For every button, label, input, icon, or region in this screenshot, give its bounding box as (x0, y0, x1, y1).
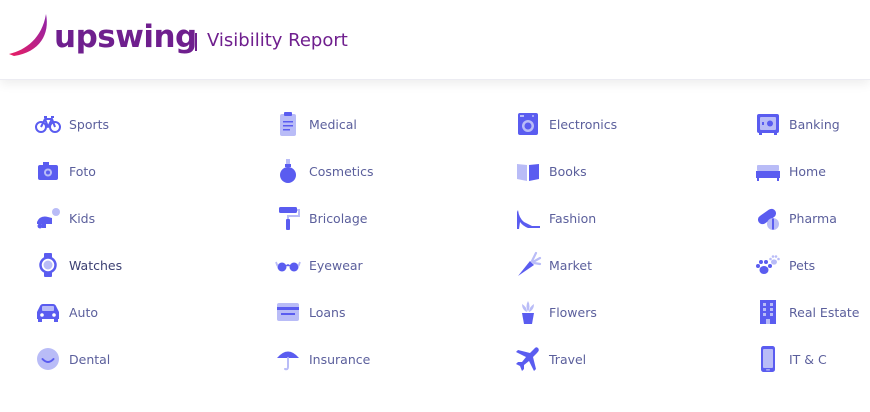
category-real-estate[interactable]: Real Estate (753, 297, 859, 327)
category-bricolage[interactable]: Bricolage (273, 203, 367, 233)
category-label: Fashion (549, 210, 597, 226)
category-insurance[interactable]: Insurance (273, 344, 370, 374)
watch-icon (33, 250, 63, 280)
category-label: Cosmetics (309, 163, 374, 179)
toy-icon (33, 203, 63, 233)
category-medical[interactable]: Medical (273, 109, 357, 139)
bed-icon (753, 156, 783, 186)
header-divider (195, 33, 197, 51)
category-dental[interactable]: Dental (33, 344, 110, 374)
clipboard-icon (273, 109, 303, 139)
category-label: Books (549, 163, 587, 179)
glasses-icon (273, 250, 303, 280)
category-label: Electronics (549, 116, 618, 132)
camera-icon (33, 156, 63, 186)
category-pets[interactable]: Pets (753, 250, 815, 280)
category-kids[interactable]: Kids (33, 203, 95, 233)
category-label: Pharma (789, 210, 837, 226)
category-label: Market (549, 257, 592, 273)
category-pharma[interactable]: Pharma (753, 203, 837, 233)
category-fashion[interactable]: Fashion (513, 203, 596, 233)
category-label: Banking (789, 116, 840, 132)
category-books[interactable]: Books (513, 156, 587, 186)
category-label: Eyewear (309, 257, 363, 273)
category-label: Insurance (309, 351, 371, 367)
category-it-c[interactable]: IT & C (753, 344, 827, 374)
category-foto[interactable]: Foto (33, 156, 96, 186)
washing-machine-icon (513, 109, 543, 139)
header: upswing Visibility Report (0, 0, 870, 80)
smartphone-icon (753, 344, 783, 374)
umbrella-icon (273, 344, 303, 374)
category-banking[interactable]: Banking (753, 109, 840, 139)
category-eyewear[interactable]: Eyewear (273, 250, 363, 280)
category-cosmetics[interactable]: Cosmetics (273, 156, 374, 186)
category-label: IT & C (789, 351, 827, 367)
category-label: Foto (69, 163, 96, 179)
category-grid: Sports Foto Kids Watches Auto Dental Med… (0, 80, 870, 412)
logo-wordmark: upswing (54, 19, 197, 55)
category-loans[interactable]: Loans (273, 297, 346, 327)
category-auto[interactable]: Auto (33, 297, 98, 327)
safe-icon (753, 109, 783, 139)
car-icon (33, 297, 63, 327)
wallet-icon (273, 297, 303, 327)
bicycle-icon (33, 109, 63, 139)
category-label: Medical (309, 116, 357, 132)
category-label: Home (789, 163, 826, 179)
high-heel-icon (513, 203, 543, 233)
pills-icon (753, 203, 783, 233)
category-label: Sports (69, 116, 110, 132)
category-label: Auto (69, 304, 99, 320)
category-watches[interactable]: Watches (33, 250, 122, 280)
airplane-icon (513, 344, 543, 374)
category-flowers[interactable]: Flowers (513, 297, 597, 327)
category-label: Kids (69, 210, 96, 226)
category-travel[interactable]: Travel (513, 344, 586, 374)
building-icon (753, 297, 783, 327)
paint-roller-icon (273, 203, 303, 233)
category-market[interactable]: Market (513, 250, 592, 280)
perfume-icon (273, 156, 303, 186)
category-label: Real Estate (789, 304, 860, 320)
paw-icon (753, 250, 783, 280)
category-label: Watches (69, 257, 123, 273)
upswing-logo-swoosh-icon (9, 14, 47, 56)
category-label: Flowers (549, 304, 597, 320)
category-label: Loans (309, 304, 346, 320)
category-sports[interactable]: Sports (33, 109, 109, 139)
category-label: Bricolage (309, 210, 368, 226)
category-label: Dental (69, 351, 111, 367)
flower-pot-icon (513, 297, 543, 327)
carrot-icon (513, 250, 543, 280)
smile-icon (33, 344, 63, 374)
category-label: Travel (549, 351, 587, 367)
page-title: Visibility Report (207, 30, 348, 51)
category-label: Pets (789, 257, 816, 273)
category-electronics[interactable]: Electronics (513, 109, 617, 139)
category-home[interactable]: Home (753, 156, 826, 186)
book-icon (513, 156, 543, 186)
